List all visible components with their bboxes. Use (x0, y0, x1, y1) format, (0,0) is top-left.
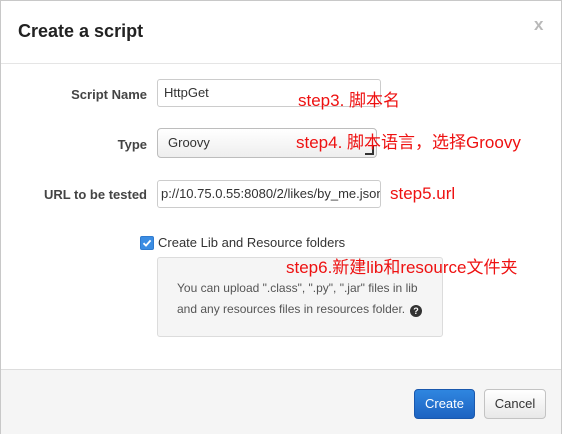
type-label: Type (117, 137, 147, 152)
dialog-header: Create a script x (1, 1, 561, 64)
annotation-step4: step4. 脚本语言，选择Groovy (296, 133, 521, 152)
checkmark-icon (142, 239, 152, 247)
help-icon[interactable]: ? (410, 305, 422, 317)
type-selected-value: Groovy (168, 135, 210, 150)
script-name-label: Script Name (71, 87, 147, 102)
url-label: URL to be tested (43, 187, 147, 202)
dialog-footer: Create Cancel (1, 369, 561, 434)
info-text-line1: You can upload ".class", ".py", ".jar" f… (177, 281, 418, 295)
cancel-button[interactable]: Cancel (484, 389, 546, 419)
dialog-title: Create a script (18, 21, 144, 41)
create-lib-label[interactable]: Create Lib and Resource folders (158, 235, 345, 250)
create-script-dialog: Create a script x Script Name HttpGet Ty… (0, 0, 562, 434)
create-button[interactable]: Create (414, 389, 475, 419)
annotation-step5: step5.url (390, 184, 456, 203)
url-input[interactable]: p://10.75.0.55:8080/2/likes/by_me.json (157, 180, 381, 208)
create-lib-checkbox[interactable] (140, 236, 154, 250)
annotation-step3: step3. 脚本名 (298, 91, 401, 110)
info-text-line2: and any resources files in resources fol… (177, 302, 406, 316)
close-icon[interactable]: x (534, 15, 543, 35)
annotation-step6: step6.新建lib和resource文件夹 (286, 258, 518, 277)
